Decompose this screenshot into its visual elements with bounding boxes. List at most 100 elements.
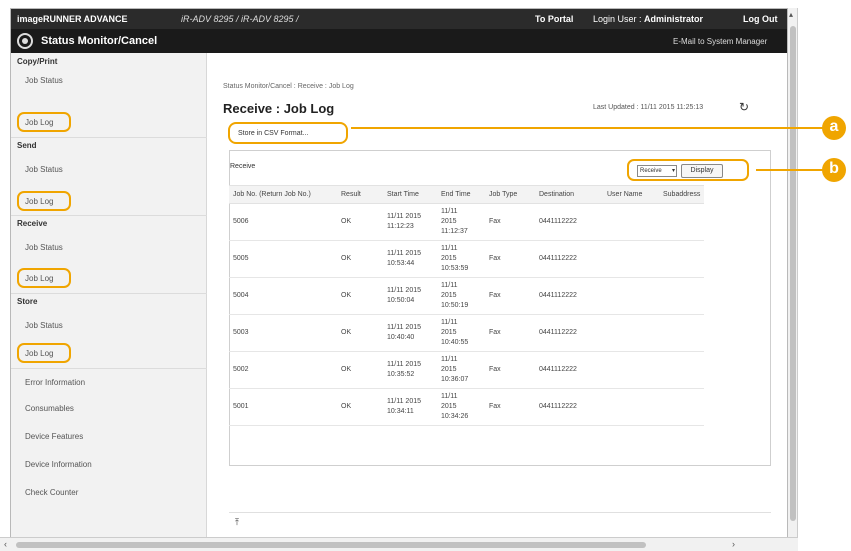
title-bar: Status Monitor/Cancel E-Mail to System M… — [11, 29, 787, 53]
top-bar: imageRUNNER ADVANCE iR-ADV 8295 / iR-ADV… — [11, 9, 787, 29]
end-year: 2015 — [441, 292, 457, 299]
subaddress — [659, 277, 705, 315]
end-year: 2015 — [441, 329, 457, 336]
sidebar-divider — [11, 215, 207, 216]
job-number: 5005 — [229, 240, 337, 278]
scroll-right-icon[interactable]: › — [732, 539, 735, 549]
store-csv-button[interactable]: Store in CSV Format... — [228, 122, 348, 144]
end-clock: 10:40:55 — [441, 339, 469, 346]
login-user-name: Administrator — [644, 14, 704, 24]
destination: 0441112222 — [535, 240, 603, 278]
scroll-up-icon[interactable]: ▴ — [789, 10, 793, 19]
chevron-down-icon: ▾ — [671, 168, 675, 174]
table-row: 5005 OK 11/11 2015 10:53:44 11/11 2015 10:5… — [229, 240, 705, 278]
result: OK — [337, 277, 383, 315]
end-year: 2015 — [441, 366, 457, 373]
login-user-label: Login User : — [593, 14, 642, 24]
logout-link[interactable]: Log Out — [743, 14, 778, 24]
start-clock: 10:35:52 — [387, 371, 415, 378]
sidebar-item-consumables[interactable]: Consumables — [25, 404, 74, 413]
sidebar-item-device-features[interactable]: Device Features — [25, 432, 83, 441]
to-portal-link[interactable]: To Portal — [535, 14, 573, 24]
user-name — [603, 388, 659, 426]
sidebar-item-receive-job-status[interactable]: Job Status — [25, 243, 63, 252]
sidebar-item-error-information[interactable]: Error Information — [25, 378, 85, 387]
end-date: 11/11 — [441, 393, 458, 400]
end-date: 11/11 — [441, 356, 458, 363]
end-time: 11/11 2015 11:12:37 — [437, 203, 485, 241]
job-log-table: Job No. (Return Job No.) Result Start Ti… — [229, 185, 705, 426]
sidebar-item-store-job-log[interactable]: Job Log — [25, 349, 53, 358]
sidebar-section-store: Store — [17, 297, 38, 306]
destination: 0441112222 — [535, 351, 603, 389]
last-updated: Last Updated : 11/11 2015 11:25:13 — [593, 104, 704, 111]
job-type: Fax — [485, 351, 535, 389]
end-date: 11/11 — [441, 245, 458, 252]
result: OK — [337, 240, 383, 278]
table-row: 5006 OK 11/11 2015 11:12:23 11/11 2015 11:1… — [229, 203, 705, 241]
sidebar-item-receive-job-log[interactable]: Job Log — [25, 274, 53, 283]
callout-a-badge: a — [822, 116, 846, 140]
vertical-scroll-thumb[interactable] — [790, 26, 796, 521]
start-date: 11/11 2015 — [387, 250, 421, 257]
end-time: 11/11 2015 10:50:19 — [437, 277, 485, 315]
column-header: Subaddress — [659, 185, 705, 204]
job-number: 5006 — [229, 203, 337, 241]
end-time: 11/11 2015 10:36:07 — [437, 351, 485, 389]
job-number: 5002 — [229, 351, 337, 389]
page-title: Receive : Job Log — [223, 101, 335, 116]
table-row: 5002 OK 11/11 2015 10:35:52 11/11 2015 10:3… — [229, 351, 705, 389]
job-type: Fax — [485, 277, 535, 315]
refresh-icon[interactable]: ↻ — [739, 100, 749, 114]
table-header-row: Job No. (Return Job No.) Result Start Ti… — [229, 185, 705, 204]
sidebar-item-store-job-status[interactable]: Job Status — [25, 321, 63, 330]
email-system-manager-link[interactable]: E-Mail to System Manager — [673, 37, 767, 46]
brand-label: imageRUNNER ADVANCE — [17, 14, 128, 24]
horizontal-scrollbar[interactable]: ‹ › — [0, 537, 798, 551]
job-type-select[interactable]: Receive ▾ — [637, 165, 677, 177]
job-number: 5001 — [229, 388, 337, 426]
user-name — [603, 351, 659, 389]
sidebar-item-send-job-status[interactable]: Job Status — [25, 165, 63, 174]
job-type: Fax — [485, 240, 535, 278]
result: OK — [337, 203, 383, 241]
login-user-info: Login User : Administrator — [593, 14, 703, 24]
browser-viewport: imageRUNNER ADVANCE iR-ADV 8295 / iR-ADV… — [10, 8, 788, 551]
start-time: 11/11 2015 10:53:44 — [383, 240, 437, 278]
table-row: 5001 OK 11/11 2015 10:34:11 11/11 2015 10:3… — [229, 388, 705, 426]
subaddress — [659, 203, 705, 241]
scroll-left-icon[interactable]: ‹ — [4, 539, 7, 549]
job-type-select-value: Receive — [640, 168, 662, 174]
start-time: 11/11 2015 10:50:04 — [383, 277, 437, 315]
end-time: 11/11 2015 10:53:59 — [437, 240, 485, 278]
result: OK — [337, 314, 383, 352]
column-header: User Name — [603, 185, 659, 204]
start-date: 11/11 2015 — [387, 324, 421, 331]
pagination-divider — [229, 512, 771, 513]
end-time: 11/11 2015 10:34:26 — [437, 388, 485, 426]
display-button[interactable]: Display — [681, 164, 723, 178]
first-page-icon[interactable]: ⤒ — [235, 517, 239, 528]
sidebar-item-copy-job-log[interactable]: Job Log — [25, 118, 53, 127]
job-number: 5003 — [229, 314, 337, 352]
user-name — [603, 240, 659, 278]
start-time: 11/11 2015 10:40:40 — [383, 314, 437, 352]
end-date: 11/11 — [441, 319, 458, 326]
store-csv-label: Store in CSV Format... — [238, 130, 309, 137]
sidebar-item-send-job-log[interactable]: Job Log — [25, 197, 53, 206]
end-date: 11/11 — [441, 208, 458, 215]
sidebar-item-check-counter[interactable]: Check Counter — [25, 488, 78, 497]
end-year: 2015 — [441, 218, 457, 225]
destination: 0441112222 — [535, 388, 603, 426]
column-header: Job Type — [485, 185, 535, 204]
vertical-scrollbar[interactable]: ▴ ▾ — [788, 8, 798, 551]
start-clock: 11:12:23 — [387, 223, 414, 230]
sidebar-item-copy-job-status[interactable]: Job Status — [25, 76, 63, 85]
horizontal-scroll-thumb[interactable] — [16, 542, 646, 548]
sidebar-item-device-information[interactable]: Device Information — [25, 460, 92, 469]
end-clock: 10:53:59 — [441, 265, 469, 272]
start-date: 11/11 2015 — [387, 287, 421, 294]
end-date: 11/11 — [441, 282, 458, 289]
sidebar-divider — [11, 293, 207, 294]
job-type: Fax — [485, 388, 535, 426]
